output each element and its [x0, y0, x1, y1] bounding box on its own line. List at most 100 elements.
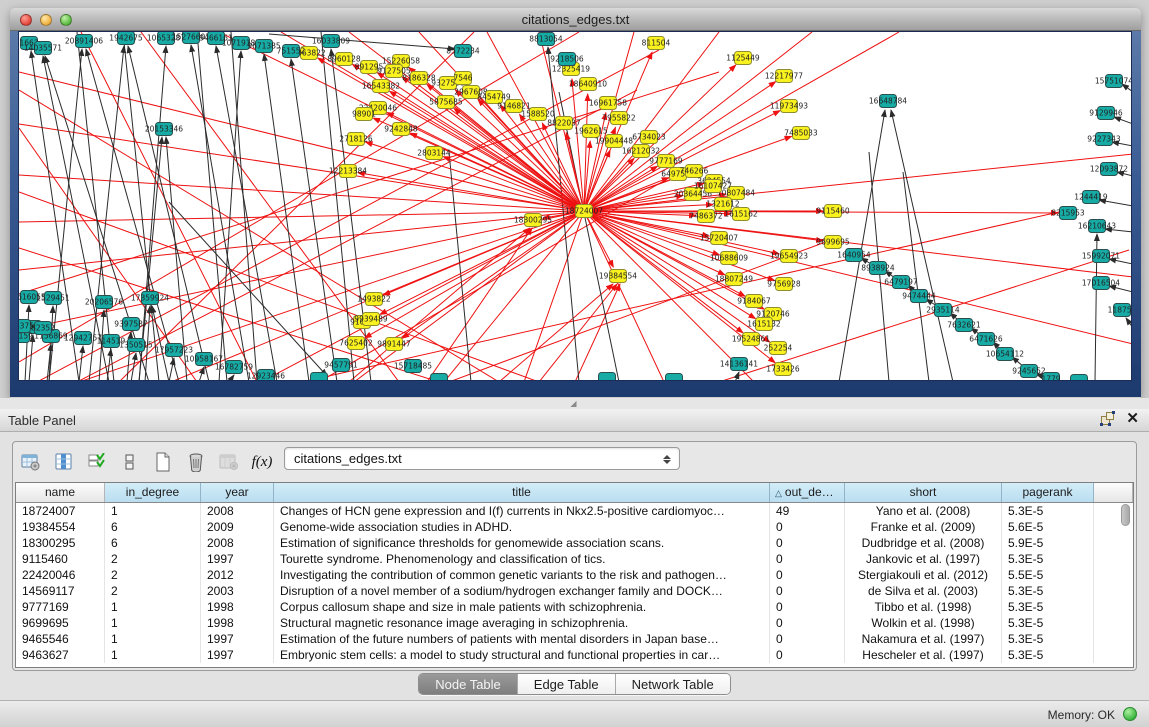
graph-node-7546[interactable]: 7546	[453, 72, 472, 85]
column-header-title[interactable]: title	[274, 483, 770, 502]
table-row[interactable]: 946362711997Embryonic stem cells: a mode…	[16, 647, 1133, 663]
graph-node-9756928[interactable]: 9756928	[767, 278, 801, 291]
table-row[interactable]: 911546021997Tourette syndrome. Phenomeno…	[16, 551, 1133, 567]
graph-node-5875685[interactable]: 5875685	[429, 96, 463, 109]
graph-node-8572234[interactable]: 8572234	[446, 45, 480, 58]
graph-node-252254[interactable]: 252254	[764, 342, 793, 355]
column-header-year[interactable]: year	[201, 483, 274, 502]
graph-node-12923446[interactable]: 12923446	[247, 370, 285, 382]
column-header-name[interactable]: name	[16, 483, 105, 502]
table-settings-icon[interactable]	[19, 449, 43, 475]
graph-node-9115460[interactable]: 9115460	[816, 205, 850, 218]
panel-resize-handle[interactable]: ◢	[568, 399, 579, 408]
graph-node-1942675[interactable]: 1942675	[109, 32, 143, 45]
table-row[interactable]: 977716911998Corpus callosum shape and si…	[16, 599, 1133, 615]
graph-node-2718126[interactable]: 2718126	[339, 133, 373, 146]
function-icon[interactable]: f(x)	[250, 449, 274, 475]
graph-node-8813054[interactable]: 8813054	[529, 33, 563, 46]
table-row[interactable]: 1830029562008Estimation of significance …	[16, 535, 1133, 551]
select-columns-icon[interactable]	[52, 449, 76, 475]
graph-node-19384554[interactable]: 19384554	[599, 270, 637, 283]
graph-node-9699695[interactable]: 9699695	[816, 236, 850, 249]
graph-node-6471626[interactable]: 6471626	[969, 333, 1003, 346]
network-canvas[interactable]: 1872400718300295193845547963822896012889…	[18, 31, 1132, 381]
table-row[interactable]: 1938455462009Genome-wide association stu…	[16, 519, 1133, 535]
table-row[interactable]: 969969511998Structural magnetic resonanc…	[16, 615, 1133, 631]
graph-node-1779[interactable]: 1779	[1041, 373, 1060, 382]
graph-node-7632621[interactable]: 7632621	[947, 319, 981, 332]
new-table-icon[interactable]	[151, 449, 175, 475]
tab-network-table[interactable]: Network Table	[616, 674, 730, 694]
panel-divider[interactable]: ◢	[0, 398, 1149, 409]
graph-node[interactable]	[599, 373, 616, 382]
table-scrollbar[interactable]	[1120, 504, 1132, 544]
graph-node-16648784[interactable]: 16648784	[869, 95, 907, 108]
graph-node-1350515[interactable]: 1350515	[119, 339, 153, 352]
graph-node-7486372[interactable]: 7486372	[689, 210, 723, 223]
close-panel-icon[interactable]: ✕	[1126, 412, 1139, 425]
graph-node-14035571[interactable]: 14035571	[24, 42, 62, 55]
graph-node-17359924[interactable]: 17359924	[131, 292, 169, 305]
graph-node-20153346[interactable]: 20153346	[145, 123, 183, 136]
table-select-dropdown[interactable]: citations_edges.txt	[284, 447, 680, 470]
graph-node[interactable]	[666, 374, 683, 382]
graph-node-82352[interactable]: 82352	[31, 322, 55, 335]
graph-node-1529451[interactable]: 1529451	[36, 292, 70, 305]
graph-node-1125449[interactable]: 1125449	[726, 52, 760, 65]
table-row[interactable]: 1872400712008Changes of HCN gene express…	[16, 503, 1133, 519]
graph-node[interactable]	[431, 374, 448, 382]
column-header-out_degree[interactable]: △out_de…	[770, 483, 845, 502]
graph-node-15720407[interactable]: 15720407	[700, 232, 738, 245]
graph-node-1640954[interactable]: 1640954	[837, 249, 871, 262]
graph-node-1493822[interactable]: 1493822	[357, 293, 391, 306]
graph-node-6479197[interactable]: 6479197	[884, 276, 918, 289]
graph-node-811504[interactable]: 811504	[642, 37, 671, 50]
graph-node-1615162[interactable]: 1615162	[724, 208, 758, 221]
graph-node-118753[interactable]: 118753	[1108, 304, 1132, 317]
graph-node[interactable]	[1071, 375, 1088, 382]
rows-icon[interactable]	[118, 449, 142, 475]
checklist-icon[interactable]	[85, 449, 109, 475]
table-row[interactable]: 946554611997Estimation of the future num…	[16, 631, 1133, 647]
graph-node-9184067[interactable]: 9184067	[737, 295, 771, 308]
graph-node-1244419[interactable]: 1244419	[1074, 191, 1108, 204]
table-row[interactable]: 1456911722003Disruption of a novel membe…	[16, 583, 1133, 599]
float-panel-icon[interactable]	[1101, 412, 1114, 425]
graph-node-7955822[interactable]: 7955822	[602, 112, 636, 125]
graph-node-2935114[interactable]: 2935114	[926, 304, 960, 317]
column-header-in_degree[interactable]: in_degree	[105, 483, 201, 502]
graph-node-20206576[interactable]: 20206576	[85, 296, 123, 309]
tab-edge-table[interactable]: Edge Table	[518, 674, 616, 694]
window-titlebar[interactable]: citations_edges.txt	[10, 8, 1141, 31]
graph-node-9129946[interactable]: 9129946	[1089, 107, 1123, 120]
graph-node-8938924[interactable]: 8938924	[861, 262, 895, 275]
graph-node-10654112[interactable]: 10654112	[986, 348, 1024, 361]
graph-node-9242848[interactable]: 9242848	[384, 123, 418, 136]
graph-node-1733426[interactable]: 1733426	[766, 363, 800, 376]
graph-node-18640910[interactable]: 18640910	[569, 78, 607, 91]
column-header-pagerank[interactable]: pagerank	[1002, 483, 1094, 502]
graph-node-10688609[interactable]: 10688609	[710, 252, 748, 265]
graph-node-16033809[interactable]: 16033809	[312, 35, 350, 48]
graph-node[interactable]	[311, 373, 328, 382]
graph-node-8215953[interactable]: 8215953	[1051, 207, 1085, 220]
graph-node-9474444[interactable]: 9474444	[902, 290, 936, 303]
graph-node-20891406[interactable]: 20891406	[65, 35, 103, 48]
graph-node-15751074[interactable]: 15751074	[1095, 75, 1132, 88]
tab-node-table[interactable]: Node Table	[419, 674, 518, 694]
table-row[interactable]: 2242004622012Investigating the contribut…	[16, 567, 1133, 583]
graph-node-6734023[interactable]: 6734023	[632, 131, 666, 144]
graph-node-16210643[interactable]: 16210643	[1078, 220, 1116, 233]
graph-node-15718485[interactable]: 15718485	[394, 360, 432, 373]
graph-node-98901[interactable]: 98901	[352, 108, 376, 121]
graph-node-12217977[interactable]: 12217977	[765, 70, 803, 83]
graph-node-9777169[interactable]: 9777169	[649, 155, 683, 168]
trash-icon[interactable]	[184, 449, 208, 475]
graph-node-1615132[interactable]: 1615132	[747, 318, 781, 331]
scrollbar-thumb[interactable]	[1121, 504, 1130, 526]
graph-node-7625402[interactable]: 7625402	[339, 337, 373, 350]
graph-node-9891447[interactable]: 9891447	[377, 338, 411, 351]
column-header-short[interactable]: short	[845, 483, 1002, 502]
graph-node-14136141[interactable]: 14136141	[720, 358, 758, 371]
graph-node-11973493[interactable]: 11973493	[770, 100, 808, 113]
